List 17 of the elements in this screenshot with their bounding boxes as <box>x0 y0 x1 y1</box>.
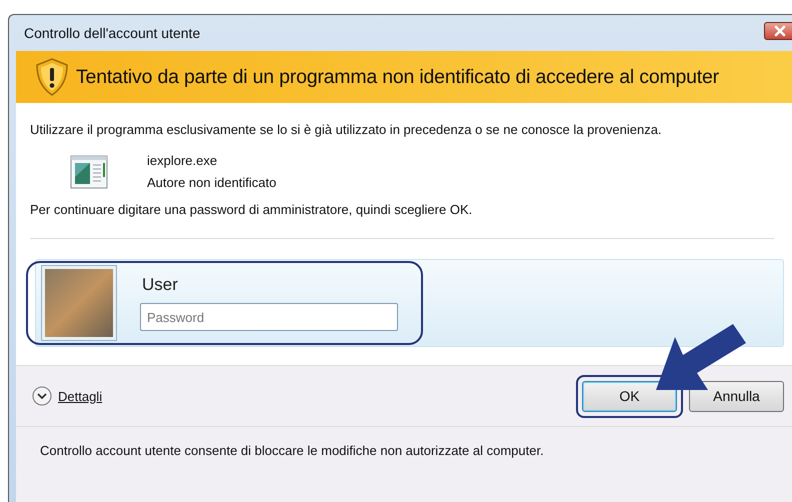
footer-text: Controllo account utente consente di bloccare le modifiche non autorizzate al computer. <box>40 443 544 458</box>
close-button[interactable] <box>764 22 792 40</box>
program-name: iexplore.exe <box>147 152 218 170</box>
password-field[interactable]: Password <box>140 303 398 331</box>
prompt-text: Per continuare digitare una password di amministratore, quindi scegliere OK. <box>30 202 474 217</box>
dialog-button[interactable]: OK <box>582 380 677 412</box>
program-publisher: Autore non identificato <box>147 174 276 192</box>
close-icon <box>773 25 787 37</box>
dialog-button[interactable]: Annulla <box>689 380 784 412</box>
warning-shield-icon <box>34 57 70 97</box>
user-name: User <box>141 275 179 295</box>
chevron-icon <box>32 386 52 406</box>
window-title: Controllo dell'account utente <box>23 25 200 41</box>
banner-title: Tentativo da parte di un programma non identificato di accedere al computer <box>76 66 719 88</box>
details-toggle[interactable]: Dettagli <box>32 386 102 406</box>
message-text: Utilizzare il programma esclusivamente se lo si è già utilizzato in precedenza o se ne conosce la provenienza. <box>30 121 663 139</box>
program-window-icon <box>70 155 108 189</box>
